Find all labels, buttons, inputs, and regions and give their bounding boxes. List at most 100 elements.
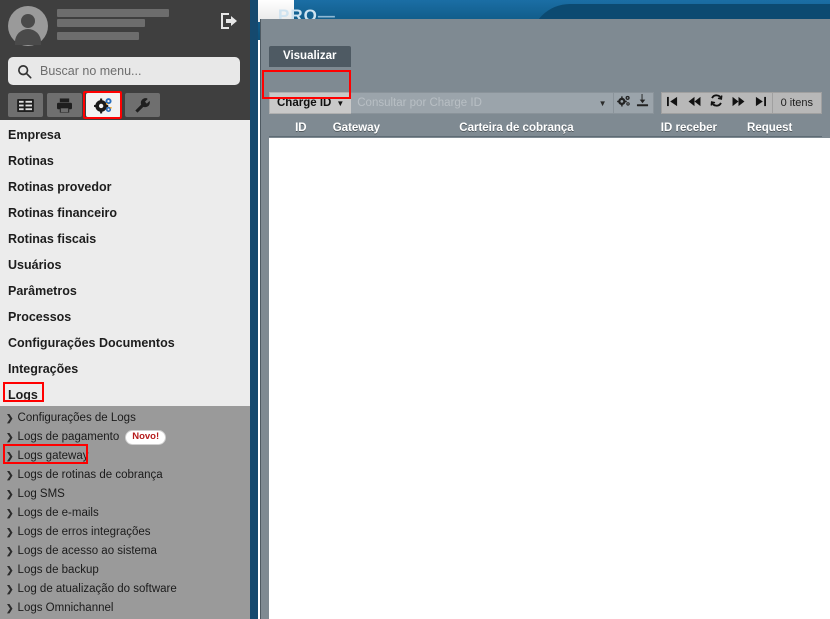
- sidebar-profile: [0, 0, 250, 52]
- last-page-button[interactable]: [750, 93, 772, 113]
- panel-toolbar: Charge ID ▼ ▼: [269, 92, 822, 114]
- chevron-down-icon[interactable]: ▼: [599, 99, 607, 108]
- submenu-item-label: Logs de pagamento: [17, 431, 120, 443]
- sidebar-item-logs[interactable]: Logs: [0, 382, 250, 408]
- submenu-item-label: Logs de backup: [17, 564, 99, 576]
- submenu-item-logs-de-rotinas-de-cobranca[interactable]: ❯ Logs de rotinas de cobrança: [0, 466, 250, 485]
- column-header-gateway[interactable]: Gateway: [333, 122, 460, 134]
- sidebar-search[interactable]: [8, 57, 240, 85]
- table-body: [269, 138, 830, 619]
- submenu-item-label: Logs Omnichannel: [17, 602, 114, 614]
- export-button[interactable]: [633, 92, 654, 114]
- submenu-item-logs-de-e-mails[interactable]: ❯ Logs de e-mails: [0, 504, 250, 523]
- refresh-icon: [710, 94, 723, 112]
- chevron-right-icon: ❯: [6, 603, 14, 613]
- chevron-down-icon: ▼: [336, 98, 345, 108]
- sidebar-item-rotinas-fiscais[interactable]: Rotinas fiscais: [0, 226, 250, 252]
- pagination-controls: [660, 92, 773, 114]
- search-icon: [17, 64, 32, 79]
- sidebar-item-empresa[interactable]: Empresa: [0, 122, 250, 148]
- submenu-item-label: Log de atualização do software: [17, 583, 177, 595]
- submenu-item-log-sms[interactable]: ❯ Log SMS: [0, 485, 250, 504]
- user-avatar-icon: [8, 6, 48, 46]
- column-header-id[interactable]: ID: [269, 122, 333, 134]
- column-config-button[interactable]: [613, 92, 634, 114]
- first-page-button[interactable]: [662, 93, 684, 113]
- sidebar-item-configuracoes-documentos[interactable]: Configurações Documentos: [0, 330, 250, 356]
- logout-icon[interactable]: [221, 13, 239, 29]
- search-input[interactable]: [40, 64, 220, 78]
- gears-icon: [94, 97, 113, 114]
- main-panel: Visualizar Charge ID ▼ ▼: [260, 19, 830, 619]
- query-input[interactable]: [357, 97, 593, 109]
- chevron-right-icon: ❯: [6, 584, 14, 594]
- chevron-right-icon: ❯: [6, 489, 14, 499]
- chevron-right-icon: ❯: [6, 546, 14, 556]
- application-window: PRO— Buscar no menu... Empresa Rotinas R…: [0, 0, 830, 619]
- field-selector-dropdown[interactable]: Charge ID ▼: [269, 92, 352, 114]
- sidebar-item-rotinas-financeiro[interactable]: Rotinas financeiro: [0, 200, 250, 226]
- chevron-right-icon: ❯: [6, 451, 14, 461]
- novo-badge: Novo!: [125, 430, 167, 445]
- previous-page-button[interactable]: [684, 93, 706, 113]
- submenu-item-logs-de-pagamento[interactable]: ❯ Logs de pagamento Novo!: [0, 428, 250, 447]
- sidebar-main-menu: Empresa Rotinas Rotinas provedor Rotinas…: [0, 120, 250, 408]
- sidebar: Empresa Rotinas Rotinas provedor Rotinas…: [0, 0, 250, 619]
- submenu-item-label: Logs de acesso ao sistema: [17, 545, 157, 557]
- last-page-icon: [754, 94, 767, 112]
- tools-button[interactable]: [125, 93, 160, 117]
- username-redacted-line-1: [57, 9, 169, 17]
- submenu-item-logs-de-backup[interactable]: ❯ Logs de backup: [0, 561, 250, 580]
- column-header-request[interactable]: Request: [747, 122, 822, 134]
- submenu-item-label: Configurações de Logs: [17, 412, 136, 424]
- query-input-wrapper[interactable]: ▼: [351, 92, 614, 114]
- submenu-item-configuracoes-de-logs[interactable]: ❯ Configurações de Logs: [0, 409, 250, 428]
- settings-button[interactable]: [86, 93, 121, 117]
- field-selector-label: Charge ID: [277, 97, 332, 109]
- previous-page-icon: [688, 94, 701, 112]
- chevron-right-icon: ❯: [6, 470, 14, 480]
- sidebar-item-integracoes[interactable]: Integrações: [0, 356, 250, 382]
- gears-icon: [616, 94, 631, 112]
- submenu-item-label: Log SMS: [17, 488, 65, 500]
- submenu-item-label: Logs de erros integrações: [17, 526, 151, 538]
- table-header: ID Gateway Carteira de cobrança ID receb…: [269, 119, 822, 137]
- username-redacted-line-2: [57, 19, 145, 27]
- chevron-right-icon: ❯: [6, 565, 14, 575]
- sidebar-item-usuarios[interactable]: Usuários: [0, 252, 250, 278]
- refresh-button[interactable]: [706, 93, 728, 113]
- next-page-button[interactable]: [728, 93, 750, 113]
- submenu-item-logs-gateway[interactable]: ❯ Logs gateway: [0, 447, 250, 466]
- sidebar-item-rotinas-provedor[interactable]: Rotinas provedor: [0, 174, 250, 200]
- sidebar-accent-strip: [250, 0, 258, 619]
- chevron-right-icon: ❯: [6, 508, 14, 518]
- wrench-icon: [134, 97, 151, 114]
- submenu-item-label: Logs de e-mails: [17, 507, 99, 519]
- list-view-button[interactable]: [8, 93, 43, 117]
- submenu-item-logs-omnichannel[interactable]: ❯ Logs Omnichannel: [0, 599, 250, 618]
- submenu-item-label: Logs de rotinas de cobrança: [17, 469, 163, 481]
- panel-tab-strip: Visualizar: [269, 45, 351, 67]
- submenu-item-log-de-atualizacao-do-software[interactable]: ❯ Log de atualização do software: [0, 580, 250, 599]
- tab-visualizar[interactable]: Visualizar: [269, 46, 351, 67]
- submenu-item-logs-de-erros-integracoes[interactable]: ❯ Logs de erros integrações: [0, 523, 250, 542]
- sidebar-icon-toolbar: [8, 93, 160, 117]
- submenu-item-label: Logs gateway: [17, 450, 89, 462]
- chevron-right-icon: ❯: [6, 527, 14, 537]
- sidebar-item-processos[interactable]: Processos: [0, 304, 250, 330]
- submenu-item-logs-de-acesso-ao-sistema[interactable]: ❯ Logs de acesso ao sistema: [0, 542, 250, 561]
- download-icon: [636, 94, 649, 112]
- next-page-icon: [732, 94, 745, 112]
- sidebar-submenu-logs: ❯ Configurações de Logs ❯ Logs de pagame…: [0, 406, 250, 619]
- chevron-right-icon: ❯: [6, 432, 14, 442]
- list-icon: [17, 98, 34, 112]
- column-header-carteira-de-cobranca[interactable]: Carteira de cobrança: [459, 122, 661, 134]
- sidebar-item-rotinas[interactable]: Rotinas: [0, 148, 250, 174]
- sidebar-item-parametros[interactable]: Parâmetros: [0, 278, 250, 304]
- print-button[interactable]: [47, 93, 82, 117]
- column-header-id-receber[interactable]: ID receber: [661, 122, 747, 134]
- items-count-label: 0 itens: [772, 92, 822, 114]
- chevron-right-icon: ❯: [6, 413, 14, 423]
- printer-icon: [56, 97, 73, 113]
- first-page-icon: [666, 94, 679, 112]
